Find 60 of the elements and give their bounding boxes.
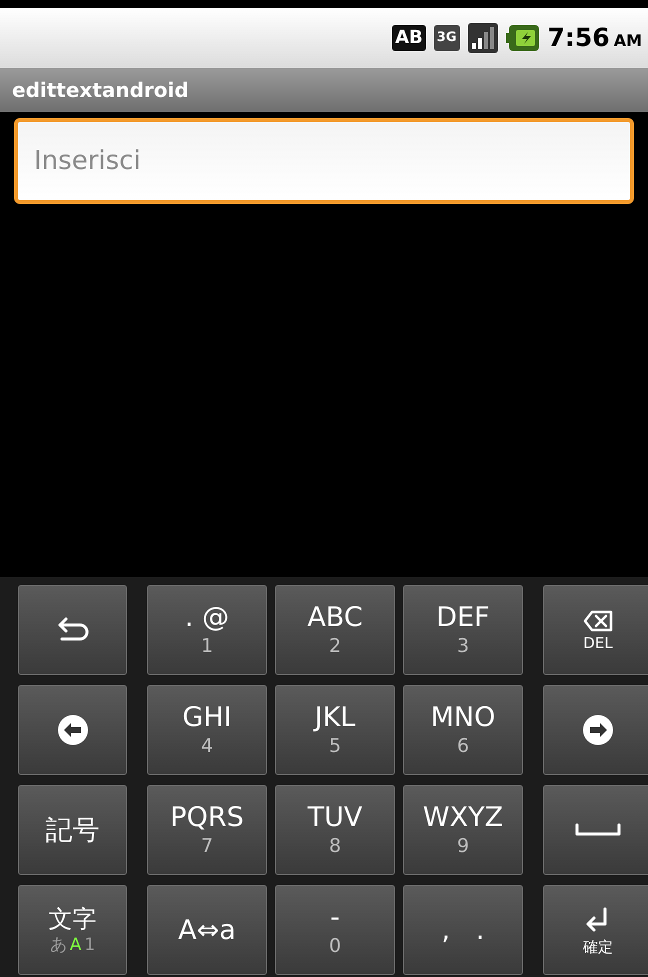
key-label: A⇔a	[178, 916, 236, 944]
keyboard-key[interactable]: , .	[403, 885, 523, 975]
key-letters: DEF	[436, 604, 490, 631]
keyboard-key[interactable]: WXYZ 9	[403, 785, 523, 875]
key-label: 文字	[48, 906, 96, 930]
status-badge: 3G	[434, 25, 460, 51]
keyboard-key[interactable]: . @ 1	[147, 585, 267, 675]
keyboard-key[interactable]: GHI 4	[147, 685, 267, 775]
key-digit: 7	[200, 837, 214, 856]
backspace-icon	[583, 610, 613, 632]
key-letters: WXYZ	[422, 804, 504, 831]
key-digit: 0	[328, 937, 342, 956]
app-title: edittextandroid	[12, 77, 189, 104]
key-letters: MNO	[430, 704, 496, 731]
key-digit: 9	[456, 837, 470, 856]
text-field[interactable]: Inserisci	[14, 118, 634, 204]
keyboard-key[interactable]: PQRS 7	[147, 785, 267, 875]
keyboard-key[interactable]: JKL 5	[275, 685, 395, 775]
key-label: , .	[442, 916, 484, 944]
keyboard-key[interactable]: 確定	[543, 885, 648, 975]
key-letters: JKL	[314, 704, 356, 731]
key-letters: PQRS	[170, 804, 244, 831]
key-digit: 3	[456, 637, 470, 656]
key-letters: -	[330, 904, 340, 931]
input-mode-label: 1	[84, 936, 96, 954]
key-digit: 2	[328, 637, 342, 656]
key-letters: . @	[184, 604, 230, 631]
key-label: 記号	[46, 816, 100, 844]
battery-charging-icon	[506, 24, 540, 52]
input-mode-label: あ	[50, 936, 67, 954]
keyboard-key[interactable]: MNO 6	[403, 685, 523, 775]
key-digit: 5	[328, 737, 342, 756]
key-letters: ABC	[307, 604, 363, 631]
keyboard-key[interactable]: 記号	[18, 785, 127, 875]
key-letters: GHI	[182, 704, 232, 731]
key-digit: 1	[200, 637, 214, 656]
key-label: DEL	[583, 636, 613, 650]
key-digit: 6	[456, 737, 470, 756]
keyboard-key[interactable]	[18, 585, 127, 675]
input-mode-label: A	[70, 936, 82, 954]
right-arrow-circle-icon	[582, 714, 614, 746]
signal-icon	[468, 23, 498, 53]
keyboard-key[interactable]: DEL	[543, 585, 648, 675]
clock-text: 7:56 AM	[548, 22, 642, 54]
key-digit: 4	[200, 737, 214, 756]
key-label: 確定	[583, 940, 613, 954]
keyboard-key[interactable]	[18, 685, 127, 775]
status-badge: AB	[392, 25, 426, 51]
key-digit: 8	[328, 837, 342, 856]
key-letters: TUV	[308, 804, 362, 831]
keyboard-key[interactable]: TUV 8	[275, 785, 395, 875]
undo-arrow-icon	[56, 617, 90, 643]
keyboard-key[interactable]: A⇔a	[147, 885, 267, 975]
keyboard-key[interactable]: - 0	[275, 885, 395, 975]
keyboard-key[interactable]: DEF 3	[403, 585, 523, 675]
keyboard-key[interactable]	[543, 685, 648, 775]
left-arrow-circle-icon	[56, 714, 88, 746]
space-bar-icon	[574, 823, 622, 837]
keyboard-key[interactable]: ABC 2	[275, 585, 395, 675]
keyboard-key[interactable]: 文字 あ A 1	[18, 885, 127, 975]
